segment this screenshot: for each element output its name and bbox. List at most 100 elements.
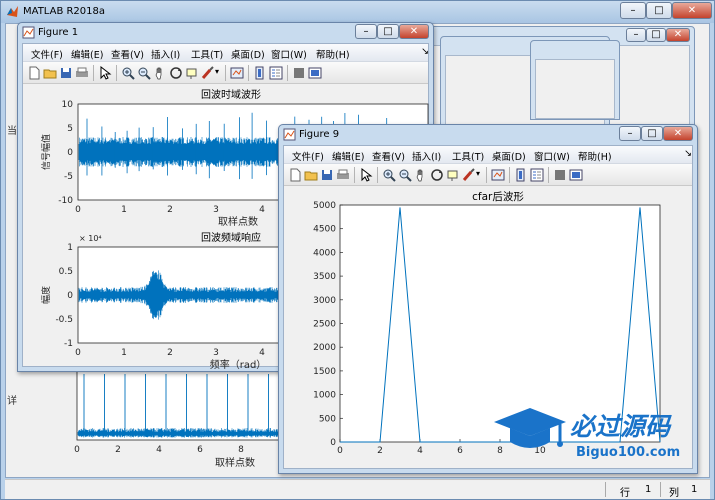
zoom-in-icon[interactable] [382, 168, 396, 182]
data-cursor-icon[interactable] [185, 66, 199, 80]
data-cursor-icon[interactable] [446, 168, 460, 182]
figure-9-minimize-button[interactable]: – [619, 126, 641, 141]
x-axis-label: 频率（rad） [210, 358, 267, 370]
figure-1-title-bar[interactable]: Figure 1 – □ ✕ [18, 23, 433, 43]
zoom-out-icon[interactable] [137, 66, 151, 80]
colorbar-icon[interactable] [253, 66, 267, 80]
menu-edit[interactable]: 编辑(E) [71, 47, 103, 61]
show-plot-tools-icon[interactable] [308, 66, 322, 80]
legend-icon[interactable] [269, 66, 283, 80]
x-tick-label: 8 [238, 445, 244, 455]
edit-plot-arrow-icon[interactable] [98, 66, 112, 80]
x-tick-label: 2 [167, 205, 173, 215]
y-tick-label: 500 [319, 414, 336, 424]
edit-plot-arrow-icon[interactable] [359, 168, 373, 182]
status-col-value: 1 [691, 484, 698, 495]
open-file-icon[interactable] [43, 66, 57, 80]
menu-edit[interactable]: 编辑(E) [332, 149, 364, 163]
zoom-out-icon[interactable] [398, 168, 412, 182]
print-icon[interactable] [336, 168, 350, 182]
rotate-3d-icon[interactable] [430, 168, 444, 182]
hide-plot-tools-icon[interactable] [553, 168, 567, 182]
legend-icon[interactable] [530, 168, 544, 182]
open-file-icon[interactable] [304, 168, 318, 182]
y-tick-label: 0 [67, 291, 73, 301]
brush-dropdown-icon[interactable]: ▾ [476, 169, 480, 178]
menu-file[interactable]: 文件(F) [292, 149, 324, 163]
menu-dock-arrow-icon[interactable]: ↘ [421, 46, 429, 57]
bg-maximize-button[interactable]: □ [646, 28, 666, 42]
brush-icon[interactable] [462, 168, 476, 182]
x-tick-label: 3 [213, 348, 219, 358]
menu-dock-arrow-icon[interactable]: ↘ [684, 148, 692, 159]
figure-9-close-button[interactable]: ✕ [663, 126, 693, 141]
main-maximize-button[interactable]: □ [646, 2, 672, 19]
rotate-3d-icon[interactable] [169, 66, 183, 80]
figure-9-maximize-button[interactable]: □ [641, 126, 663, 141]
y-tick-label: 1500 [313, 367, 336, 377]
figure-1-maximize-button[interactable]: □ [377, 24, 399, 39]
y-tick-label: 1000 [313, 391, 336, 401]
side-panel-label: 详 [7, 396, 17, 407]
x-tick-label: 4 [259, 348, 265, 358]
main-close-button[interactable]: ✕ [672, 2, 712, 19]
x-tick-label: 4 [259, 205, 265, 215]
exponent-label: × 10⁴ [79, 234, 102, 243]
status-bar: 行 1 列 1 [5, 479, 710, 499]
figure-1-minimize-button[interactable]: – [355, 24, 377, 39]
y-tick-label: 4000 [313, 248, 336, 258]
y-tick-label: 10 [62, 100, 74, 110]
show-plot-tools-icon[interactable] [569, 168, 583, 182]
y-tick-label: 3500 [313, 272, 336, 282]
background-figure-window[interactable] [530, 40, 620, 120]
save-icon[interactable] [320, 168, 334, 182]
menu-view[interactable]: 查看(V) [111, 47, 144, 61]
brush-dropdown-icon[interactable]: ▾ [215, 67, 219, 76]
link-plot-icon[interactable] [230, 66, 244, 80]
y-tick-label: 2000 [313, 343, 336, 353]
y-tick-label: 2500 [313, 320, 336, 330]
status-row-value: 1 [645, 484, 652, 495]
new-figure-icon[interactable] [288, 168, 302, 182]
menu-insert[interactable]: 插入(I) [151, 47, 180, 61]
status-row-label: 行 [620, 488, 630, 499]
pan-hand-icon[interactable] [414, 168, 428, 182]
bg-minimize-button[interactable]: – [626, 28, 646, 42]
menu-desktop[interactable]: 桌面(D) [231, 47, 265, 61]
y-tick-label: 3000 [313, 296, 336, 306]
chart-title: cfar后波形 [472, 190, 524, 203]
menu-file[interactable]: 文件(F) [31, 47, 63, 61]
menu-help[interactable]: 帮助(H) [578, 149, 612, 163]
figure-1-title: Figure 1 [38, 27, 79, 38]
bg-close-button[interactable]: ✕ [666, 28, 690, 42]
menu-help[interactable]: 帮助(H) [316, 47, 350, 61]
x-tick-label: 0 [75, 348, 81, 358]
menu-window[interactable]: 窗口(W) [271, 47, 307, 61]
y-tick-label: 0 [330, 438, 336, 448]
main-title-bar[interactable]: MATLAB R2018a – □ ✕ [1, 1, 714, 23]
figure-9-title-bar[interactable]: Figure 9 – □ ✕ [279, 125, 697, 145]
main-minimize-button[interactable]: – [620, 2, 646, 19]
figure-1-close-button[interactable]: ✕ [399, 24, 429, 39]
menu-desktop[interactable]: 桌面(D) [492, 149, 526, 163]
x-tick-label: 1 [121, 348, 127, 358]
y-tick-label: 0 [67, 148, 73, 158]
main-window-title: MATLAB R2018a [23, 6, 106, 17]
figure-1-menubar: 文件(F) 编辑(E) 查看(V) 插入(I) 工具(T) 桌面(D) 窗口(W… [23, 44, 429, 62]
colorbar-icon[interactable] [514, 168, 528, 182]
figure-9-menubar: 文件(F) 编辑(E) 查看(V) 插入(I) 工具(T) 桌面(D) 窗口(W… [284, 146, 692, 164]
save-icon[interactable] [59, 66, 73, 80]
hide-plot-tools-icon[interactable] [292, 66, 306, 80]
menu-tools[interactable]: 工具(T) [191, 47, 223, 61]
pan-hand-icon[interactable] [153, 66, 167, 80]
menu-window[interactable]: 窗口(W) [534, 149, 570, 163]
zoom-in-icon[interactable] [121, 66, 135, 80]
menu-insert[interactable]: 插入(I) [412, 149, 441, 163]
print-icon[interactable] [75, 66, 89, 80]
brush-icon[interactable] [201, 66, 215, 80]
x-tick-label: 6 [197, 445, 203, 455]
link-plot-icon[interactable] [491, 168, 505, 182]
menu-tools[interactable]: 工具(T) [452, 149, 484, 163]
menu-view[interactable]: 查看(V) [372, 149, 405, 163]
new-figure-icon[interactable] [27, 66, 41, 80]
